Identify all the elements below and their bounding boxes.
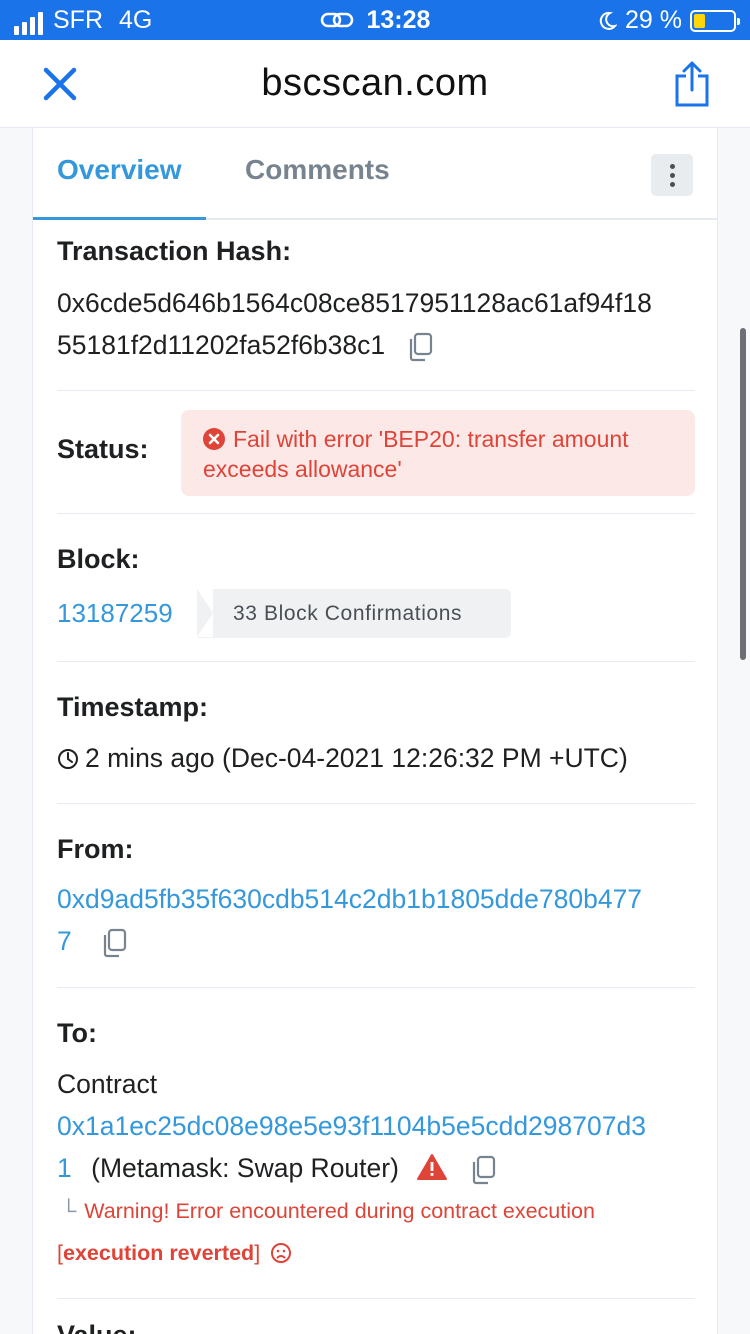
- divider: [57, 390, 695, 391]
- moon-icon: [599, 11, 618, 30]
- clock-icon: [58, 749, 78, 769]
- status-error-line-1: Fail with error 'BEP20: transfer amount: [233, 426, 629, 452]
- divider: [57, 513, 695, 514]
- execution-reverted: [execution reverted]: [57, 1241, 292, 1266]
- execution-reverted-text: execution reverted: [62, 1241, 255, 1265]
- divider: [57, 1298, 695, 1299]
- clock-time: 13:28: [366, 6, 431, 34]
- from-address-line-2[interactable]: 7: [57, 926, 72, 956]
- timestamp-value-row: 2 mins ago (Dec-04-2021 12:26:32 PM +UTC…: [57, 737, 628, 779]
- browser-nav-bar: bscscan.com: [0, 40, 750, 128]
- to-address: Contract 0x1a1ec25dc08e98e5e93f1104b5e5c…: [57, 1063, 646, 1189]
- warning-icon: [417, 1154, 448, 1180]
- value-label: Value:: [57, 1320, 137, 1334]
- link-icon: [320, 12, 353, 28]
- divider: [57, 987, 695, 988]
- copy-icon[interactable]: [101, 928, 127, 958]
- to-address-line-2[interactable]: 1: [57, 1153, 72, 1183]
- to-label: To:: [57, 1018, 97, 1048]
- error-icon: [203, 428, 225, 450]
- page-title: bscscan.com: [261, 62, 489, 104]
- battery-percent: 29 %: [625, 6, 682, 34]
- block-label: Block:: [57, 544, 140, 574]
- warning-text: Warning! Error encountered during contra…: [84, 1199, 595, 1223]
- copy-icon[interactable]: [470, 1155, 496, 1185]
- scrollbar[interactable]: [740, 328, 746, 660]
- divider: [57, 803, 695, 804]
- to-address-line-1[interactable]: 0x1a1ec25dc08e98e5e93f1104b5e5cdd298707d…: [57, 1105, 646, 1147]
- tab-bar: Overview Comments: [33, 128, 717, 220]
- from-address-line-1[interactable]: 0xd9ad5fb35f630cdb514c2db1b1805dde780b47…: [57, 878, 642, 920]
- status-bar: SFR 4G 13:28 29 %: [0, 0, 750, 40]
- status-error-badge: Fail with error 'BEP20: transfer amount …: [181, 410, 695, 496]
- transaction-card: Overview Comments Transaction Hash: 0x6c…: [32, 128, 718, 1334]
- hash-value: 0x6cde5d646b1564c08ce8517951128ac61af94f…: [57, 282, 652, 366]
- contract-warning: └ Warning! Error encountered during contr…: [57, 1199, 595, 1224]
- tab-overview[interactable]: Overview: [57, 154, 182, 186]
- hash-label: Transaction Hash:: [57, 236, 292, 266]
- tab-comments[interactable]: Comments: [245, 154, 390, 186]
- battery-icon: [690, 9, 740, 32]
- from-label: From:: [57, 834, 134, 864]
- from-address: 0xd9ad5fb35f630cdb514c2db1b1805dde780b47…: [57, 878, 642, 962]
- more-options-button[interactable]: [651, 154, 693, 196]
- divider: [57, 661, 695, 662]
- block-number-link[interactable]: 13187259: [57, 598, 173, 629]
- status-error-line-2: exceeds allowance': [203, 456, 402, 482]
- hash-line-2: 55181f2d11202fa52f6b38c1: [57, 330, 386, 360]
- block-confirmations-badge: 33 Block Confirmations: [197, 589, 511, 638]
- sad-face-icon: [271, 1243, 292, 1263]
- timestamp-label: Timestamp:: [57, 692, 209, 722]
- to-contract-name: (Metamask: Swap Router): [91, 1153, 399, 1183]
- timestamp-value: 2 mins ago (Dec-04-2021 12:26:32 PM +UTC…: [85, 743, 628, 773]
- status-label: Status:: [57, 434, 149, 464]
- to-contract-prefix: Contract: [57, 1069, 158, 1099]
- share-icon[interactable]: [674, 60, 710, 108]
- copy-icon[interactable]: [407, 332, 433, 362]
- hash-line-1: 0x6cde5d646b1564c08ce8517951128ac61af94f…: [57, 288, 652, 318]
- corner-arrow-icon: └: [61, 1199, 77, 1223]
- active-tab-indicator: [33, 217, 206, 220]
